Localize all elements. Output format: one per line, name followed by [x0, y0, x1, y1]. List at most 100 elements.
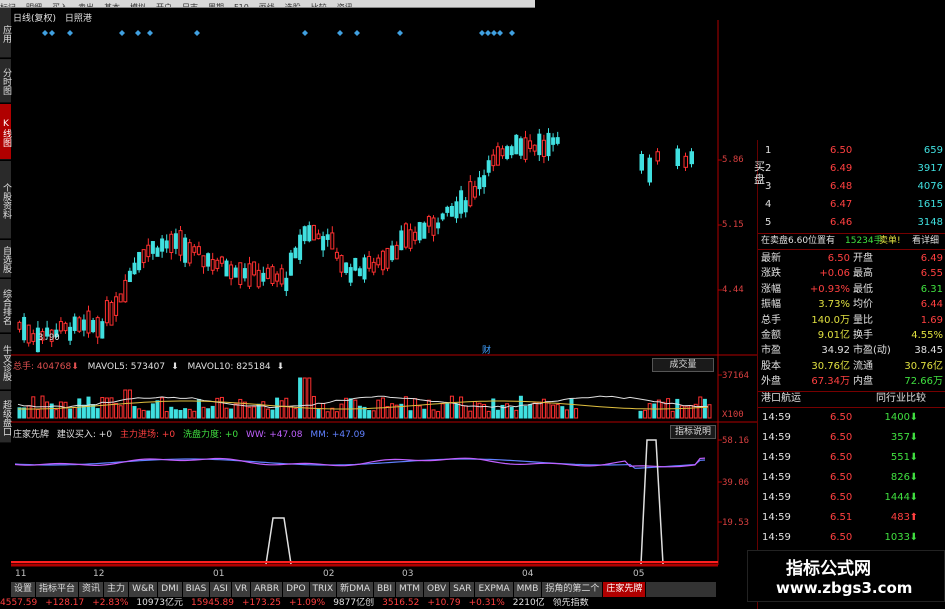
indicator-tab[interactable]: EXPMA: [475, 582, 514, 597]
indicator-tab[interactable]: MMB: [513, 582, 543, 597]
price-axis-label: 4.44: [722, 285, 744, 295]
indicator-tab[interactable]: MTM: [396, 582, 425, 597]
volume-selector-button[interactable]: 成交量: [652, 358, 714, 372]
left-tab[interactable]: 分时图: [0, 59, 11, 103]
ticker-item: +0.31%: [468, 598, 505, 608]
ticker-item: 领先指数: [552, 598, 589, 608]
order-notice[interactable]: 在卖盘6.60位置有 15234手 卖单! 看详细: [758, 234, 945, 248]
left-tab[interactable]: 个股资料: [0, 161, 11, 239]
volume-bar: [284, 397, 289, 419]
indicator-tab[interactable]: ARBR: [251, 582, 284, 597]
volume-bar: [201, 406, 206, 419]
chart-period[interactable]: 日线(复权): [13, 14, 56, 24]
quote-panel: 1 6.50 659 2 6.49 3917 3 6.48 4076 4 6.4…: [754, 140, 945, 609]
indicator-tab[interactable]: W&R: [129, 582, 159, 597]
candle-body: [261, 272, 266, 282]
volume-bar: [178, 409, 183, 419]
volume-bar: [72, 406, 77, 419]
sector-compare[interactable]: 同行业比较: [876, 392, 926, 406]
volume-bar: [468, 410, 473, 419]
volume-bar: [127, 389, 132, 419]
indicator-tab[interactable]: 资讯: [79, 582, 105, 597]
signal-diamond: [479, 30, 485, 36]
left-tab[interactable]: 自选股: [0, 240, 11, 278]
indicator-tab[interactable]: 庄家先牌: [603, 582, 647, 597]
left-tab[interactable]: 综合排名: [0, 279, 11, 333]
watermark-url: www.zbgs3.com: [776, 579, 913, 597]
volume-bar: [252, 406, 257, 419]
volume-bar: [367, 410, 372, 419]
volume-bar: [183, 408, 188, 419]
order-row-2[interactable]: 2 6.49 3917: [758, 162, 945, 176]
left-tab[interactable]: K线图: [0, 104, 11, 160]
candle-body: [408, 229, 413, 249]
signal-diamond: [397, 30, 403, 36]
candle-body: [334, 251, 339, 259]
order-row-1[interactable]: 1 6.50 659: [758, 144, 945, 158]
candle-body: [210, 259, 215, 271]
indicator-tab[interactable]: TRIX: [309, 582, 338, 597]
indicator-wash: 洗盘力度: +0: [182, 430, 239, 440]
candle-body: [298, 234, 303, 260]
indicator-tab[interactable]: 设置: [11, 582, 37, 597]
volume-bar: [45, 401, 50, 419]
left-tab[interactable]: 牛叉诊股: [0, 334, 11, 390]
sector-row[interactable]: 港口航运 同行业比较: [758, 392, 945, 406]
indicator-tab[interactable]: BIAS: [182, 582, 211, 597]
volume-bar: [86, 396, 91, 419]
order-row-3[interactable]: 3 6.48 4076: [758, 180, 945, 194]
indicator-tab[interactable]: ASI: [210, 582, 232, 597]
candle-body: [150, 241, 155, 254]
indicator-tab[interactable]: DPO: [283, 582, 310, 597]
quote-row: 股本 30.76亿 流通 30.76亿: [761, 360, 943, 372]
volume-bar: [560, 406, 565, 419]
chart-stock-name: 日照港: [64, 14, 92, 24]
sector-name[interactable]: 港口航运: [761, 392, 801, 406]
candle-body: [247, 263, 252, 287]
volume-bar: [477, 402, 482, 419]
left-tab[interactable]: 应用: [0, 8, 11, 58]
indicator-tab[interactable]: OBV: [424, 582, 451, 597]
order-row-5[interactable]: 5 6.46 3148: [758, 216, 945, 230]
volume-ma5: MAVOL5: 573407: [87, 362, 166, 372]
indicator-tab[interactable]: SAR: [450, 582, 476, 597]
candle-body: [486, 160, 491, 173]
candle-body: [500, 148, 505, 157]
indicator-header: 庄家先牌 建议买入: +0 主力进场: +0 洗盘力度: +0 WW: +47.…: [13, 427, 370, 440]
signal-diamond: [67, 30, 73, 36]
finance-marker[interactable]: 财: [482, 343, 491, 356]
indicator-tab[interactable]: 拐角的第二个: [542, 582, 604, 597]
chart-title: 日线(复权) 日照港: [13, 11, 98, 24]
indicator-tab[interactable]: VR: [231, 582, 252, 597]
order-row-4[interactable]: 4 6.47 1615: [758, 198, 945, 212]
volume-bar: [150, 403, 155, 419]
ticker-item: 10973亿元: [136, 598, 184, 608]
candle-body: [422, 222, 427, 239]
candle-body: [224, 260, 229, 277]
indicator-help-button[interactable]: 指标说明: [670, 425, 716, 439]
signal-diamond: [485, 30, 491, 36]
indicator-tab[interactable]: 新DMA: [337, 582, 374, 597]
indicator-tab[interactable]: 主力: [104, 582, 130, 597]
candle-body: [288, 252, 293, 276]
volume-bar: [564, 409, 569, 419]
left-tab[interactable]: 超级盘口: [0, 391, 11, 443]
candle-body: [362, 257, 367, 280]
trade-row: 14:59 6.51 483 ⬆: [762, 512, 918, 523]
candle-body: [137, 252, 142, 271]
indicator-tab[interactable]: BBI: [373, 582, 396, 597]
candle-body: [348, 267, 353, 283]
candle-body: [528, 140, 533, 149]
indicator-tab[interactable]: 指标平台: [36, 582, 80, 597]
candle-body: [86, 310, 91, 334]
volume-bar: [256, 403, 261, 419]
volume-bar: [316, 409, 321, 419]
candle-body: [160, 238, 165, 252]
indicator-axis-label: 39.06: [722, 478, 750, 488]
signal-diamond: [354, 30, 360, 36]
candle-body: [371, 261, 376, 273]
indicator-tab[interactable]: DMI: [158, 582, 183, 597]
candle-body: [192, 246, 197, 253]
candle-body: [91, 320, 96, 333]
volume-header: 总手: 404768⬇ MAVOL5: 573407 ⬇ MAVOL10: 825…: [13, 362, 285, 372]
